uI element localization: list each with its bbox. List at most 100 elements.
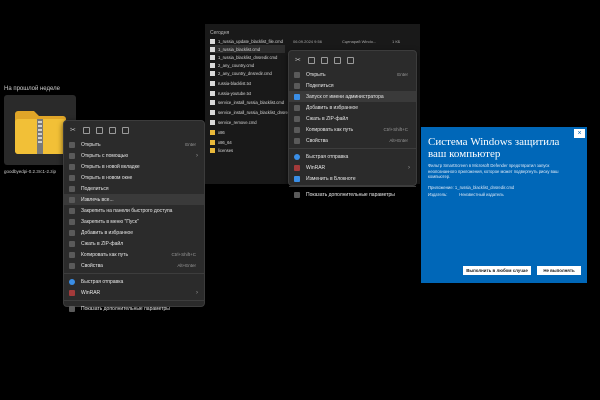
menu-item-quick-send[interactable]: Быстрая отправка <box>289 151 416 162</box>
menu-item-add-favorites[interactable]: Добавить в избранное <box>289 102 416 113</box>
file-name: russia-blacklist.txt <box>218 80 252 86</box>
menu-divider <box>289 186 416 187</box>
file-icon <box>210 46 215 52</box>
folder-row[interactable]: licenses <box>210 146 233 154</box>
more-options-icon <box>294 192 300 198</box>
file-row[interactable]: 1_russia_update_blacklist_file.cmd <box>210 37 283 45</box>
share-icon[interactable] <box>334 56 341 64</box>
file-icon <box>210 62 215 68</box>
menu-item-extract-all[interactable]: Извлечь все... <box>64 194 204 205</box>
cut-icon[interactable]: ✂ <box>70 127 77 134</box>
file-row[interactable]: service_install_russia_blacklist.cmd <box>210 98 284 106</box>
menu-divider <box>64 300 204 301</box>
file-row[interactable]: russia-blacklist.txt <box>210 79 251 87</box>
menu-label: Свойства <box>306 137 328 144</box>
new-tab-icon <box>69 164 75 170</box>
menu-label: Поделиться <box>306 82 334 89</box>
menu-label: Закрепить на панели быстрого доступа <box>81 207 173 214</box>
menu-item-open[interactable]: Открыть Enter <box>289 69 416 80</box>
file-icon <box>210 38 215 44</box>
app-value: 1_russia_blacklist_dnsredir.cmd <box>454 185 515 190</box>
copy-icon[interactable] <box>83 126 90 134</box>
menu-label: Изменить в Блокноте <box>306 175 356 182</box>
menu-item-copy-path[interactable]: Копировать как путь Ctrl+Shift+C <box>289 124 416 135</box>
star-icon <box>294 105 300 111</box>
file-row[interactable]: service_remove.cmd <box>210 118 257 126</box>
copy-icon[interactable] <box>308 56 315 64</box>
folder-row[interactable]: x86_64 <box>210 138 232 146</box>
menu-label: Открыть в новой вкладке <box>81 163 140 170</box>
folder-icon <box>210 139 215 145</box>
file-row-selected[interactable]: 1_russia_blacklist.cmd <box>210 45 285 53</box>
menu-item-pin-start[interactable]: Закрепить в меню "Пуск" <box>64 216 204 227</box>
chevron-right-icon: › <box>408 164 410 171</box>
cut-icon[interactable]: ✂ <box>295 57 302 64</box>
run-anyway-button[interactable]: Выполнить в любом случае <box>463 266 531 275</box>
menu-item-compress-zip[interactable]: Сжать в ZIP-файл <box>64 238 204 249</box>
menu-item-properties[interactable]: Свойства Alt+Enter <box>289 135 416 146</box>
menu-label: Копировать как путь <box>306 126 354 133</box>
menu-label: Показать дополнительные параметры <box>81 305 170 312</box>
file-row[interactable]: 1_russia_blacklist_dnsredir.cmd <box>210 53 277 61</box>
file-row[interactable]: russia-youtube.txt <box>210 89 251 97</box>
notepad-icon <box>294 176 300 182</box>
file-name: 2_any_country.cmd <box>218 62 255 68</box>
menu-shortcut: Ctrl+Shift+C <box>383 127 408 132</box>
menu-item-more-options[interactable]: Показать дополнительные параметры <box>289 189 416 200</box>
file-size: 1 КБ <box>392 39 401 44</box>
menu-label: Добавить в избранное <box>81 229 134 236</box>
menu-item-winrar[interactable]: WinRAR › <box>64 287 204 298</box>
menu-item-open-with[interactable]: Открыть с помощью › <box>64 150 204 161</box>
app-label: Приложение: <box>428 185 454 190</box>
shield-icon <box>294 94 300 100</box>
file-name: 1_russia_update_blacklist_file.cmd <box>218 38 283 44</box>
menu-label: Извлечь все... <box>81 196 114 203</box>
more-options-icon <box>69 306 75 312</box>
menu-item-pin-quick-access[interactable]: Закрепить на панели быстрого доступа <box>64 205 204 216</box>
menu-item-run-as-admin[interactable]: Запуск от имени администратора <box>289 91 416 102</box>
dont-run-button[interactable]: Не выполнять <box>537 266 581 275</box>
menu-label: Открыть с помощью <box>81 152 129 159</box>
menu-item-quick-send[interactable]: Быстрая отправка <box>64 276 204 287</box>
menu-item-properties[interactable]: Свойства Alt+Enter <box>64 260 204 271</box>
open-icon <box>294 72 300 78</box>
publisher-value: Неизвестный издатель <box>459 192 504 197</box>
folder-row[interactable]: x86 <box>210 128 225 136</box>
delete-icon[interactable] <box>347 56 354 64</box>
left-context-menu: ✂ Открыть Enter Открыть с помощью › Открыт… <box>63 120 205 312</box>
menu-item-compress-zip[interactable]: Сжать в ZIP-файл <box>289 113 416 124</box>
file-icon <box>210 80 215 86</box>
menu-item-copy-path[interactable]: Копировать как путь Ctrl+Shift+C <box>64 249 204 260</box>
smartscreen-dialog: × Система Windows защитила ваш компьютер… <box>421 127 587 283</box>
menu-item-open[interactable]: Открыть Enter <box>64 139 204 150</box>
file-name: 1_russia_blacklist.cmd <box>218 46 261 52</box>
quick-send-icon <box>69 279 75 285</box>
file-name: service_install_russia_blacklist.cmd <box>218 99 285 105</box>
rename-icon[interactable] <box>96 126 103 134</box>
section-label-last-week: На прошлой неделе <box>4 86 60 92</box>
menu-item-edit-notepad[interactable]: Изменить в Блокноте <box>289 173 416 184</box>
menu-item-open-new-tab[interactable]: Открыть в новой вкладке <box>64 161 204 172</box>
file-row[interactable]: 2_any_country_dnsredir.cmd <box>210 69 272 77</box>
menu-item-more-options[interactable]: Показать дополнительные параметры <box>64 303 204 314</box>
menu-item-winrar[interactable]: WinRAR › <box>289 162 416 173</box>
file-name: 1_russia_blacklist_dnsredir.cmd <box>218 54 278 60</box>
dialog-message: Фильтр SmartScreen в Microsoft Defender … <box>428 163 559 179</box>
menu-label: Копировать как путь <box>81 251 129 258</box>
menu-item-add-favorites[interactable]: Добавить в избранное <box>64 227 204 238</box>
delete-icon[interactable] <box>122 126 129 134</box>
section-label-today: Сегодня <box>210 30 230 36</box>
menu-item-share[interactable]: Поделиться <box>64 183 204 194</box>
rename-icon[interactable] <box>321 56 328 64</box>
menu-item-open-new-window[interactable]: Открыть в новом окне <box>64 172 204 183</box>
file-icon <box>210 109 215 115</box>
file-row[interactable]: 2_any_country.cmd <box>210 61 254 69</box>
menu-divider <box>64 273 204 274</box>
menu-item-share[interactable]: Поделиться <box>289 80 416 91</box>
menu-label: Свойства <box>81 262 103 269</box>
menu-label: Открыть в новом окне <box>81 174 133 181</box>
file-icon <box>210 90 215 96</box>
file-name: x86_64 <box>218 139 232 145</box>
share-icon[interactable] <box>109 126 116 134</box>
copy-path-icon <box>294 127 300 133</box>
